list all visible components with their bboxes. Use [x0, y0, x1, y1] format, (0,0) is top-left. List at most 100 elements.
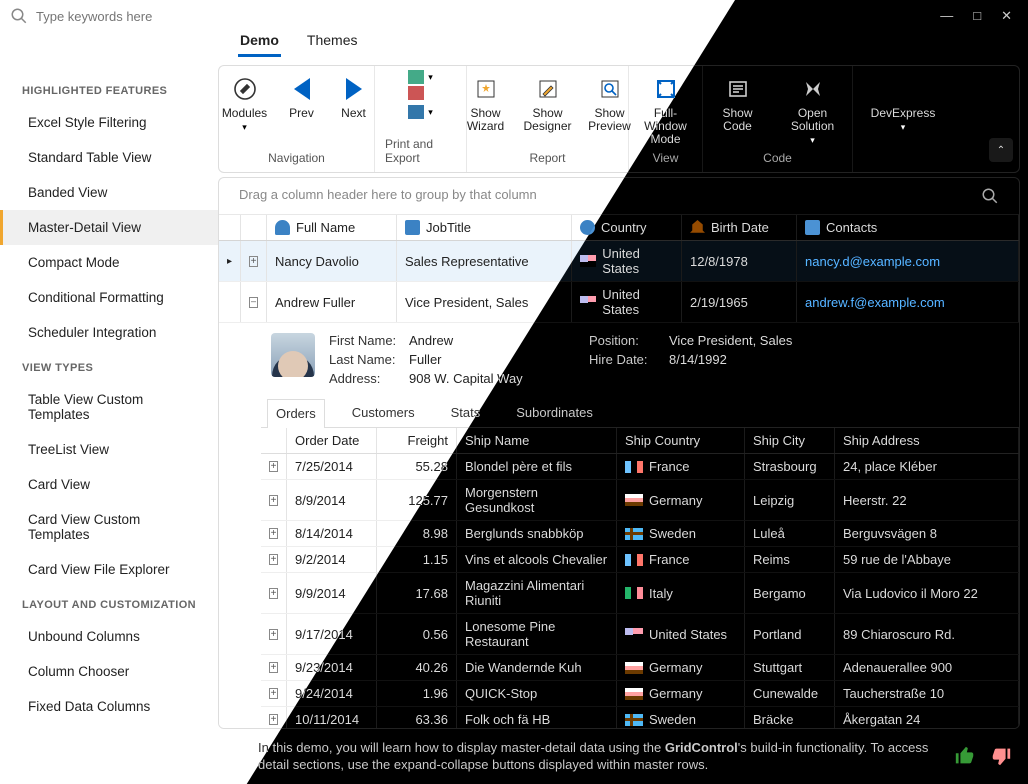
show-code-button[interactable]: Show Code [705, 70, 771, 151]
col-ship-country[interactable]: Ship Country [617, 428, 745, 453]
window-minimize-button[interactable]: — [940, 8, 953, 24]
modules-button[interactable]: Modules▾ [218, 70, 274, 151]
tab-demo[interactable]: Demo [238, 28, 281, 57]
column-header-full-name[interactable]: Full Name [267, 215, 397, 240]
ribbon-group-label: Report [529, 151, 565, 168]
sidebar-item[interactable]: Column Chooser [0, 654, 218, 689]
column-header-country[interactable]: Country [572, 215, 682, 240]
sidebar-item[interactable]: Compact Mode [0, 245, 218, 280]
order-row[interactable]: + 9/9/2014 17.68 Magazzini Alimentari Ri… [261, 573, 1019, 614]
expand-button[interactable]: + [241, 241, 267, 281]
show-designer-button[interactable]: Show Designer [519, 70, 577, 151]
print-small-button-2[interactable] [408, 86, 424, 103]
detail-address: 908 W. Capital Way [409, 371, 849, 386]
col-ship-address[interactable]: Ship Address [835, 428, 1019, 453]
expand-button[interactable]: + [261, 547, 287, 572]
col-order-date[interactable]: Order Date [287, 428, 377, 453]
tab-themes[interactable]: Themes [305, 28, 360, 57]
show-wizard-button[interactable]: Show Wizard [457, 70, 515, 151]
column-header-birth-date[interactable]: Birth Date [682, 215, 797, 240]
sidebar-item[interactable]: Master-Detail View [0, 210, 218, 245]
print-small-button-1[interactable]: ▾ [408, 70, 433, 84]
flag-icon [580, 296, 596, 308]
expand-button[interactable]: + [261, 614, 287, 654]
expand-column-header[interactable] [241, 215, 267, 240]
flag-icon [625, 714, 643, 726]
detail-tab[interactable]: Orders [267, 399, 325, 428]
ribbon-expand-button[interactable]: ⌃ [989, 138, 1013, 162]
sidebar-item[interactable]: Card View Custom Templates [0, 502, 218, 552]
table-row[interactable]: ▸ + Nancy Davolio Sales Representative U… [219, 241, 1019, 282]
chevron-down-icon: ▾ [428, 72, 433, 83]
flag-icon [625, 528, 643, 540]
plus-icon: + [269, 662, 278, 673]
sidebar-item[interactable]: Card View File Explorer [0, 552, 218, 587]
sidebar-item[interactable]: Scheduler Integration [0, 315, 218, 350]
email-link[interactable]: nancy.d@example.com [805, 254, 940, 269]
expand-button[interactable]: + [261, 454, 287, 479]
col-ship-name[interactable]: Ship Name [457, 428, 617, 453]
col-freight[interactable]: Freight [377, 428, 457, 453]
expand-button[interactable]: + [261, 573, 287, 613]
sidebar-item[interactable]: Conditional Formatting [0, 280, 218, 315]
order-row[interactable]: + 8/14/2014 8.98 Berglunds snabbköp Swed… [261, 521, 1019, 547]
plus-icon: + [269, 629, 278, 640]
cell-contacts: andrew.f@example.com [797, 282, 1019, 322]
flag-icon [625, 554, 643, 566]
order-row[interactable]: + 9/24/2014 1.96 QUICK-Stop Germany Cune… [261, 681, 1019, 707]
prev-button[interactable]: Prev [278, 70, 326, 151]
email-link[interactable]: andrew.f@example.com [805, 295, 945, 310]
print-small-button-3[interactable]: ▾ [408, 105, 433, 119]
detail-tab[interactable]: Customers [343, 398, 424, 427]
detail-tab[interactable]: Stats [442, 398, 490, 427]
ribbon-group-label: View [653, 151, 679, 168]
group-panel-text: Drag a column header here to group by th… [239, 187, 537, 205]
thumbs-up-button[interactable] [954, 745, 976, 767]
devexpress-button[interactable]: DevExpress▾ [867, 70, 939, 165]
window-maximize-button[interactable]: □ [973, 8, 981, 24]
person-icon [275, 220, 290, 235]
detail-position: Vice President, Sales [669, 333, 849, 348]
sidebar-item[interactable]: Banded View [0, 175, 218, 210]
search-input[interactable] [36, 9, 196, 24]
window-close-button[interactable]: ✕ [1001, 8, 1012, 24]
detail-first-name: Andrew [409, 333, 589, 348]
flag-icon [625, 688, 643, 700]
sidebar-item[interactable]: TreeList View [0, 432, 218, 467]
sidebar-item[interactable]: Table View Custom Templates [0, 382, 218, 432]
sidebar-item[interactable]: Card View [0, 467, 218, 502]
group-panel[interactable]: Drag a column header here to group by th… [219, 178, 1019, 215]
sidebar-section-title: LAYOUT AND CUSTOMIZATION [0, 587, 218, 619]
sidebar-item[interactable]: Unbound Columns [0, 619, 218, 654]
expand-button[interactable]: + [261, 707, 287, 729]
ribbon: Modules▾ Prev Next Navigation ▾ [218, 65, 1020, 173]
sidebar-item[interactable]: Fixed Data Columns [0, 689, 218, 724]
expand-button[interactable]: + [261, 480, 287, 520]
search-icon[interactable] [981, 187, 999, 205]
column-header-job-title[interactable]: JobTitle [397, 215, 572, 240]
column-header-contacts[interactable]: Contacts [797, 215, 1019, 240]
order-row[interactable]: + 8/9/2014 125.77 Morgenstern Gesundkost… [261, 480, 1019, 521]
order-row[interactable]: + 9/17/2014 0.56 Lonesome Pine Restauran… [261, 614, 1019, 655]
expand-button[interactable]: – [241, 282, 267, 322]
detail-tab[interactable]: Subordinates [507, 398, 602, 427]
expand-button[interactable]: + [261, 521, 287, 546]
cell-country: United States [572, 241, 682, 281]
expand-button[interactable]: + [261, 655, 287, 680]
col-ship-city[interactable]: Ship City [745, 428, 835, 453]
order-row[interactable]: + 10/11/2014 63.36 Folk och fä HB Sweden… [261, 707, 1019, 729]
order-row[interactable]: + 9/2/2014 1.15 Vins et alcools Chevalie… [261, 547, 1019, 573]
table-row[interactable]: – Andrew Fuller Vice President, Sales Un… [219, 282, 1019, 323]
open-solution-button[interactable]: Open Solution▾ [775, 70, 851, 151]
sidebar-item[interactable]: Standard Table View [0, 140, 218, 175]
print-icon [408, 70, 424, 84]
full-window-mode-button[interactable]: Full-Window Mode [633, 70, 699, 151]
order-row[interactable]: + 9/23/2014 40.26 Die Wandernde Kuh Germ… [261, 655, 1019, 681]
plus-icon: + [269, 588, 278, 599]
avatar [271, 333, 315, 377]
sidebar-item[interactable]: Excel Style Filtering [0, 105, 218, 140]
expand-button[interactable]: + [261, 681, 287, 706]
thumbs-down-button[interactable] [990, 745, 1012, 767]
order-row[interactable]: + 7/25/2014 55.28 Blondel père et fils F… [261, 454, 1019, 480]
next-button[interactable]: Next [330, 70, 378, 151]
